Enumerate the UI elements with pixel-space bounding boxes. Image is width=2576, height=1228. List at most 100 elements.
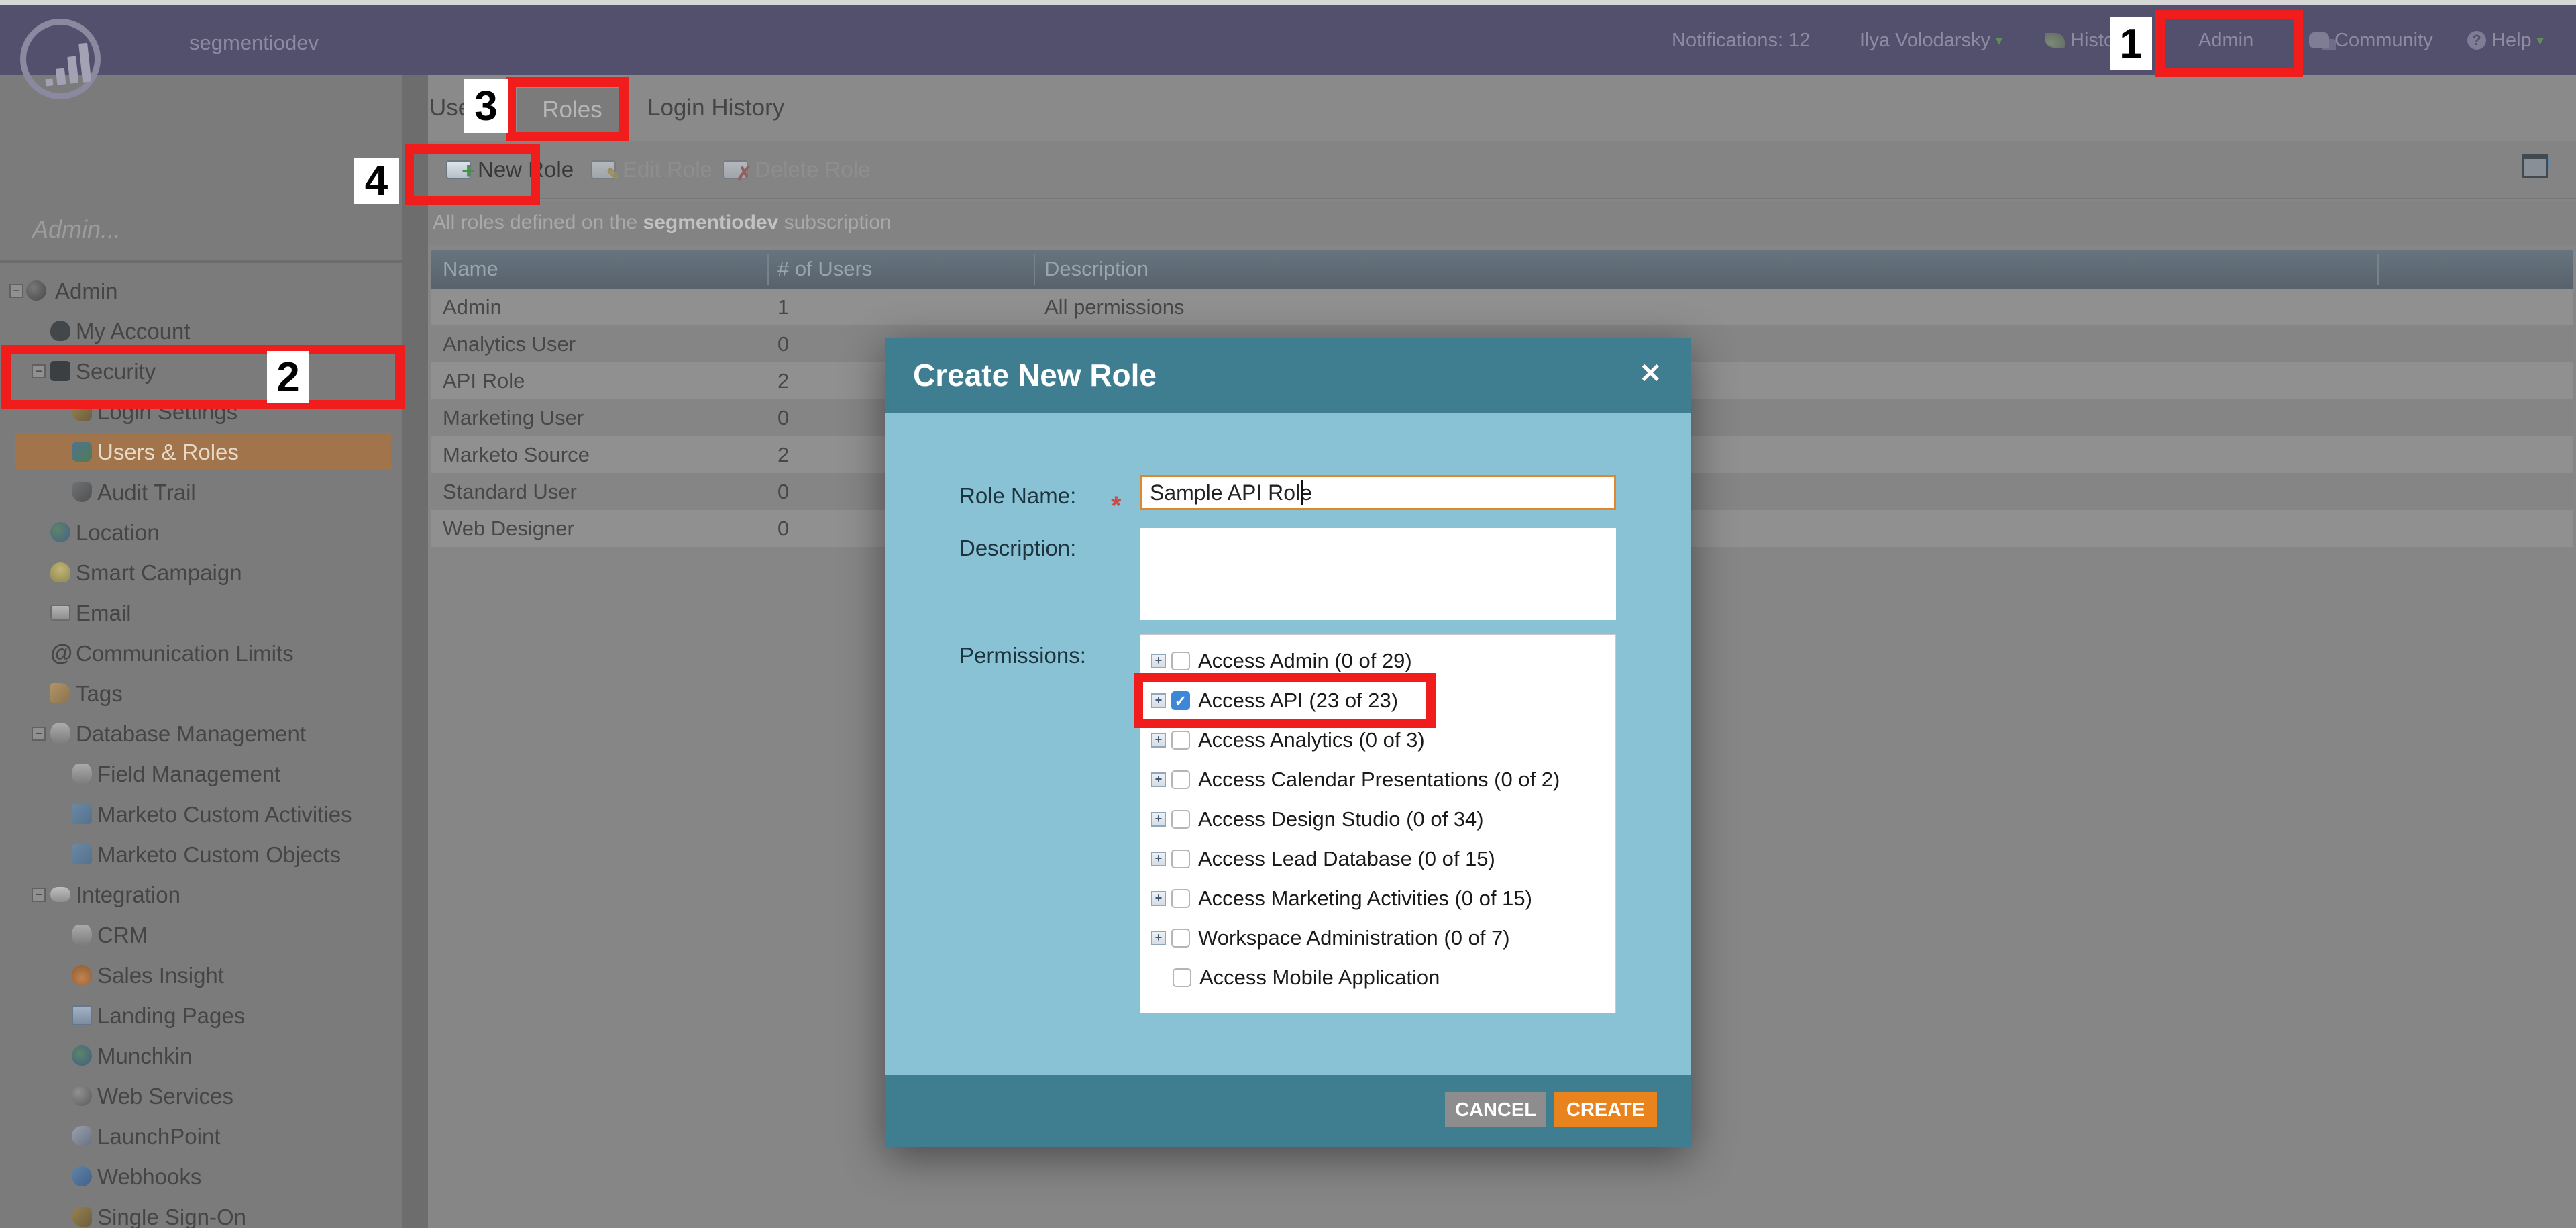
marketo-admin-screen: segmentiodev Notifications: 12 Ilya Volo…: [0, 0, 2576, 1228]
marketo-logo[interactable]: [20, 19, 101, 99]
permission-expand-icon[interactable]: +: [1151, 654, 1166, 668]
sidebar-item-smart-campaign[interactable]: Smart Campaign: [0, 552, 402, 593]
permission-checkbox[interactable]: [1171, 929, 1190, 948]
annotation-box-2: [1, 345, 405, 409]
sidebar-item-sales-insight[interactable]: Sales Insight: [0, 955, 402, 995]
sidebar-item-launchpoint[interactable]: LaunchPoint: [0, 1116, 402, 1156]
audit-camera-icon: [72, 482, 92, 502]
table-row-admin[interactable]: Admin1All permissions: [431, 289, 2573, 325]
tab-login-history[interactable]: Login History: [647, 75, 784, 141]
column-separator: [767, 254, 769, 285]
create-button[interactable]: CREATE: [1554, 1092, 1657, 1127]
help-icon: ?: [2467, 31, 2486, 50]
text-cursor: [1301, 480, 1303, 505]
admin-sidebar: −AdminMy Account−SecurityLogin SettingsU…: [0, 75, 402, 1228]
column-header-of-users[interactable]: # of Users: [777, 250, 872, 289]
popout-window-icon[interactable]: [2522, 156, 2549, 178]
sidebar-item-label: Single Sign-On: [97, 1205, 246, 1228]
permission-expand-icon[interactable]: +: [1151, 772, 1166, 787]
sidebar-item-label: Admin: [55, 278, 118, 304]
annotation-label-1: 1: [2110, 17, 2152, 70]
column-separator: [1034, 254, 1035, 285]
permission-expand-icon[interactable]: +: [1151, 891, 1166, 906]
annotation-box-1: [2155, 10, 2303, 77]
edit-role-button[interactable]: Edit Role: [591, 141, 712, 198]
column-separator: [2377, 254, 2379, 285]
tree-collapse-icon[interactable]: −: [9, 284, 23, 298]
description-textarea[interactable]: [1140, 528, 1616, 620]
permission-label: Access Calendar Presentations (0 of 2): [1198, 768, 1560, 792]
sidebar-item-marketo-custom-activities[interactable]: Marketo Custom Activities: [0, 794, 402, 834]
notifications-link[interactable]: Notifications: 12: [1672, 5, 1810, 75]
modal-footer: CANCEL CREATE: [885, 1075, 1691, 1147]
column-header-name[interactable]: Name: [443, 250, 498, 289]
community-link[interactable]: Community: [2309, 5, 2433, 75]
sidebar-item-admin[interactable]: − Admin: [0, 270, 402, 311]
cancel-button[interactable]: CANCEL: [1445, 1092, 1546, 1127]
panel-splitter[interactable]: [402, 75, 428, 1228]
sidebar-item-label: Smart Campaign: [76, 560, 242, 586]
permission-expand-icon[interactable]: +: [1151, 812, 1166, 827]
permission-row-access-calendar-presentations-0-of-2: + Access Calendar Presentations (0 of 2): [1151, 762, 1615, 797]
cell-of-users: 2: [777, 436, 789, 473]
permission-expand-icon[interactable]: +: [1151, 733, 1166, 748]
cell-of-users: 0: [777, 325, 789, 362]
annotation-label-4: 4: [354, 158, 399, 204]
sidebar-item-tags[interactable]: Tags: [0, 673, 402, 713]
sidebar-item-label: Field Management: [97, 762, 280, 787]
column-header-description[interactable]: Description: [1044, 250, 1148, 289]
sidebar-item-web-services[interactable]: Web Services: [0, 1076, 402, 1116]
permission-row-access-lead-database-0-of-15: +Access Lead Database (0 of 15): [1151, 841, 1615, 876]
cell-of-users: 0: [777, 399, 789, 436]
modal-title: Create New Role: [913, 357, 1157, 393]
tree-collapse-icon[interactable]: −: [32, 727, 46, 741]
sidebar-item-crm[interactable]: CRM: [0, 915, 402, 955]
subscription-name-bold: segmentiodev: [643, 211, 779, 234]
tree-collapse-icon[interactable]: −: [32, 888, 46, 902]
sidebar-item-label: Communication Limits: [76, 641, 294, 666]
sidebar-item-label: Database Management: [76, 721, 306, 747]
sidebar-item-users-roles[interactable]: Users & Roles: [0, 431, 402, 472]
sidebar-item-email[interactable]: Email: [0, 593, 402, 633]
permission-label: Access Marketing Activities (0 of 15): [1198, 886, 1532, 911]
permission-checkbox[interactable]: [1171, 889, 1190, 908]
sidebar-item-field-management[interactable]: Field Management: [0, 754, 402, 794]
annotation-box-4: [405, 144, 540, 205]
sidebar-item-label: Location: [76, 520, 160, 546]
sidebar-item-marketo-custom-objects[interactable]: Marketo Custom Objects: [0, 834, 402, 874]
permission-expand-icon[interactable]: +: [1151, 931, 1166, 945]
sidebar-item-label: Tags: [76, 681, 123, 707]
sidebar-item-audit-trail[interactable]: Audit Trail: [0, 472, 402, 512]
delete-role-button[interactable]: Delete Role: [723, 141, 870, 198]
permission-expand-icon[interactable]: +: [1151, 852, 1166, 866]
sidebar-item-communication-limits[interactable]: @Communication Limits: [0, 633, 402, 673]
sidebar-item-landing-pages[interactable]: Landing Pages: [0, 995, 402, 1035]
envelope-icon: [50, 605, 70, 621]
permission-checkbox[interactable]: [1171, 810, 1190, 829]
role-name-label: Role Name:: [959, 483, 1076, 509]
role-name-input[interactable]: [1140, 475, 1616, 510]
sidebar-item-integration[interactable]: −Integration: [0, 874, 402, 915]
globe-icon: [50, 522, 70, 542]
close-icon[interactable]: ✕: [1639, 358, 1662, 389]
permission-checkbox[interactable]: [1171, 850, 1190, 868]
sidebar-item-label: Audit Trail: [97, 480, 196, 505]
sidebar-item-munchkin[interactable]: Munchkin: [0, 1035, 402, 1076]
sidebar-search-input[interactable]: [32, 209, 368, 250]
database-icon: [50, 723, 70, 744]
webhook-icon: [72, 1166, 92, 1186]
permission-checkbox[interactable]: [1171, 731, 1190, 750]
keys-icon: [72, 1207, 92, 1227]
sidebar-item-webhooks[interactable]: Webhooks: [0, 1156, 402, 1196]
sidebar-item-database-management[interactable]: − Database Management: [0, 713, 402, 754]
cell-name: Analytics User: [443, 325, 576, 362]
edit-role-icon: [591, 160, 616, 179]
sidebar-item-location[interactable]: Location: [0, 512, 402, 552]
permission-checkbox[interactable]: [1171, 652, 1190, 670]
permission-checkbox[interactable]: [1171, 770, 1190, 789]
subscription-name: segmentiodev: [189, 31, 319, 55]
help-menu[interactable]: ?Help▾: [2467, 5, 2544, 75]
user-menu[interactable]: Ilya Volodarsky▾: [1860, 5, 2002, 75]
sidebar-item-single-sign-on[interactable]: Single Sign-On: [0, 1196, 402, 1228]
permission-checkbox[interactable]: [1173, 968, 1191, 987]
